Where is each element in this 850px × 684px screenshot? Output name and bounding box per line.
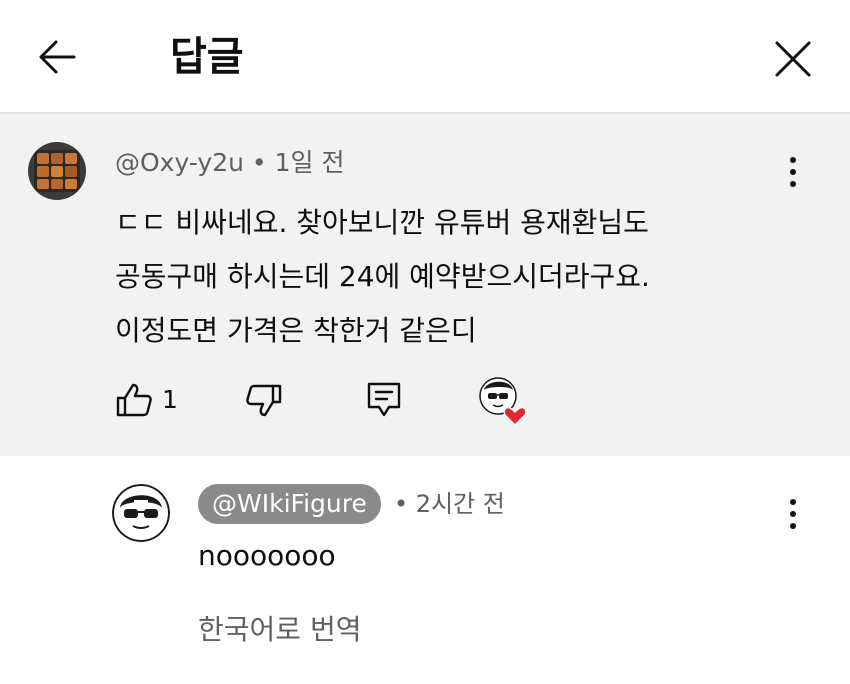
reply-icon[interactable] [364, 380, 404, 420]
more-vert-icon[interactable] [783, 496, 803, 532]
reply-body: nooooooo [198, 539, 336, 572]
comment-actions: 1 [0, 372, 850, 428]
arrow-left-icon[interactable] [30, 30, 86, 86]
comment-meta: @Oxy-y2u • 1일 전 [115, 146, 344, 180]
comment-line: 이정도면 가격은 착한거 같은디 [115, 314, 477, 347]
like-count: 1 [162, 385, 178, 414]
avatar-image [112, 484, 170, 542]
avatar[interactable] [112, 484, 170, 542]
reply-comment: @WIkiFigure • 2시간 전 nooooooo 한국어로 번역 [0, 456, 850, 684]
meta-separator: • [251, 148, 267, 177]
thumbs-up-icon[interactable] [114, 380, 154, 420]
meta-separator: • [393, 490, 409, 518]
comment-author[interactable]: @Oxy-y2u [115, 148, 244, 177]
creator-heart-icon [479, 377, 527, 427]
more-vert-icon[interactable] [783, 154, 803, 190]
close-icon[interactable] [764, 30, 822, 88]
comment-body: ㄷㄷ 비싸네요. 찾아보니깐 유튜버 용재환님도 공동구매 하시는데 24에 예… [115, 196, 815, 358]
translate-link[interactable]: 한국어로 번역 [198, 610, 361, 650]
reply-meta: @WIkiFigure • 2시간 전 [198, 484, 505, 526]
reply-time: 2시간 전 [415, 490, 505, 518]
parent-comment: @Oxy-y2u • 1일 전 ㄷㄷ 비싸네요. 찾아보니깐 유튜버 용재환님도… [0, 114, 850, 456]
reply-author-badge[interactable]: @WIkiFigure [198, 484, 381, 524]
comment-line: 공동구매 하시는데 24에 예약받으시더라구요. [115, 260, 650, 293]
reply-time-group: • 2시간 전 [394, 484, 505, 524]
avatar-image [28, 142, 86, 200]
comment-time: 1일 전 [274, 148, 345, 177]
avatar[interactable] [28, 142, 86, 200]
page-title: 답글 [170, 34, 244, 80]
thumbs-down-icon[interactable] [244, 380, 284, 420]
comment-line: ㄷㄷ 비싸네요. 찾아보니깐 유튜버 용재환님도 [115, 206, 649, 239]
top-bar: 답글 [0, 0, 850, 114]
